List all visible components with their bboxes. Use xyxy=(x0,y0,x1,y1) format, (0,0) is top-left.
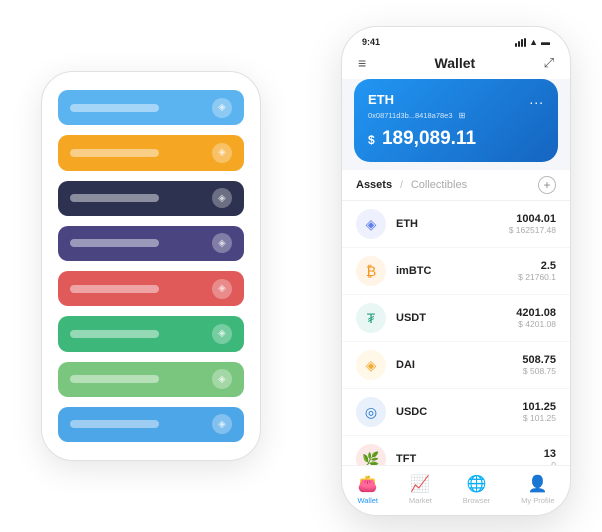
expand-icon[interactable]: ⤢ xyxy=(544,55,554,71)
asset-amount: 508.75 xyxy=(522,354,556,366)
asset-name-usdc: USDC xyxy=(396,406,522,418)
signal-icon xyxy=(515,38,526,47)
card-line xyxy=(70,285,159,293)
card-line xyxy=(70,149,159,157)
eth-card-options[interactable]: ... xyxy=(529,91,544,107)
asset-name-tft: TFT xyxy=(396,453,544,465)
nav-label-3: My Profile xyxy=(521,496,554,505)
eth-card-title: ETH xyxy=(368,92,394,107)
asset-values-dai: 508.75 $ 508.75 xyxy=(522,354,556,376)
nav-item-wallet[interactable]: 👛 Wallet xyxy=(357,474,378,505)
asset-amount: 101.25 xyxy=(522,401,556,413)
card-icon: ◈ xyxy=(212,324,232,344)
phone-header: ≡ Wallet ⤢ xyxy=(342,51,570,79)
asset-values-tft: 13 0 xyxy=(544,448,556,465)
card-icon: ◈ xyxy=(212,233,232,253)
asset-amount: 1004.01 xyxy=(509,213,556,225)
color-card-dark-navy[interactable]: ◈ xyxy=(58,181,244,216)
asset-usd: $ 101.25 xyxy=(522,413,556,423)
page-title: Wallet xyxy=(435,55,476,71)
asset-name-dai: DAI xyxy=(396,359,522,371)
time-display: 9:41 xyxy=(362,37,380,47)
color-card-red[interactable]: ◈ xyxy=(58,271,244,306)
asset-icon-dai: ◈ xyxy=(356,350,386,380)
asset-item-usdt[interactable]: ₮ USDT 4201.08 $ 4201.08 xyxy=(342,295,570,342)
color-card-blue[interactable]: ◈ xyxy=(58,407,244,442)
assets-header: Assets / Collectibles + xyxy=(342,170,570,201)
card-line xyxy=(70,239,159,247)
asset-amount: 2.5 xyxy=(518,260,556,272)
card-line xyxy=(70,104,159,112)
color-card-green[interactable]: ◈ xyxy=(58,316,244,351)
status-icons: ▲ ▬ xyxy=(515,37,550,47)
color-card-orange[interactable]: ◈ xyxy=(58,135,244,170)
nav-label-2: Browser xyxy=(463,496,491,505)
nav-item-browser[interactable]: 🌐 Browser xyxy=(463,474,491,505)
nav-icon-0: 👛 xyxy=(358,474,378,494)
nav-icon-2: 🌐 xyxy=(467,474,487,494)
wifi-icon: ▲ xyxy=(529,37,538,47)
nav-icon-1: 📈 xyxy=(410,474,430,494)
color-card-purple[interactable]: ◈ xyxy=(58,226,244,261)
asset-item-usdc[interactable]: ◎ USDC 101.25 $ 101.25 xyxy=(342,389,570,436)
asset-name-usdt: USDT xyxy=(396,312,516,324)
tab-assets[interactable]: Assets xyxy=(356,179,392,191)
asset-values-imbtc: 2.5 $ 21760.1 xyxy=(518,260,556,282)
asset-list: ◈ ETH 1004.01 $ 162517.48 ₿ imBTC 2.5 $ … xyxy=(342,201,570,465)
assets-tabs: Assets / Collectibles xyxy=(356,179,467,191)
nav-label-0: Wallet xyxy=(357,496,378,505)
card-icon: ◈ xyxy=(212,143,232,163)
nav-item-my-profile[interactable]: 👤 My Profile xyxy=(521,474,554,505)
phone-back: ◈ ◈ ◈ ◈ ◈ ◈ ◈ ◈ xyxy=(41,71,261,461)
asset-item-eth[interactable]: ◈ ETH 1004.01 $ 162517.48 xyxy=(342,201,570,248)
add-asset-button[interactable]: + xyxy=(538,176,556,194)
asset-values-usdc: 101.25 $ 101.25 xyxy=(522,401,556,423)
asset-values-usdt: 4201.08 $ 4201.08 xyxy=(516,307,556,329)
card-icon: ◈ xyxy=(212,279,232,299)
eth-card-balance: $ 189,089.11 xyxy=(368,128,544,150)
card-line xyxy=(70,330,159,338)
asset-icon-usdc: ◎ xyxy=(356,397,386,427)
asset-values-eth: 1004.01 $ 162517.48 xyxy=(509,213,556,235)
card-icon: ◈ xyxy=(212,369,232,389)
eth-card-header: ETH ... xyxy=(368,91,544,107)
nav-item-market[interactable]: 📈 Market xyxy=(409,474,432,505)
menu-icon[interactable]: ≡ xyxy=(358,55,366,71)
asset-icon-tft: 🌿 xyxy=(356,444,386,465)
asset-amount: 13 xyxy=(544,448,556,460)
scene: ◈ ◈ ◈ ◈ ◈ ◈ ◈ ◈ 9:41 xyxy=(11,11,591,521)
card-icon: ◈ xyxy=(212,188,232,208)
bottom-nav: 👛 Wallet 📈 Market 🌐 Browser 👤 My Profile xyxy=(342,465,570,515)
asset-icon-usdt: ₮ xyxy=(356,303,386,333)
nav-label-1: Market xyxy=(409,496,432,505)
card-line xyxy=(70,194,159,202)
asset-icon-eth: ◈ xyxy=(356,209,386,239)
asset-name-imbtc: imBTC xyxy=(396,265,518,277)
nav-icon-3: 👤 xyxy=(528,474,548,494)
asset-item-imbtc[interactable]: ₿ imBTC 2.5 $ 21760.1 xyxy=(342,248,570,295)
asset-icon-imbtc: ₿ xyxy=(356,256,386,286)
color-card-blue-light[interactable]: ◈ xyxy=(58,90,244,125)
status-bar: 9:41 ▲ ▬ xyxy=(342,27,570,51)
tab-divider: / xyxy=(400,180,403,191)
asset-amount: 4201.08 xyxy=(516,307,556,319)
card-line xyxy=(70,375,159,383)
color-card-green-light[interactable]: ◈ xyxy=(58,362,244,397)
card-icon: ◈ xyxy=(212,414,232,434)
asset-usd: $ 508.75 xyxy=(522,366,556,376)
eth-card-address: 0x08711d3b...8418a78e3 ⊞ xyxy=(368,111,544,120)
battery-icon: ▬ xyxy=(541,37,550,47)
asset-usd: $ 21760.1 xyxy=(518,272,556,282)
asset-name-eth: ETH xyxy=(396,218,509,230)
asset-usd: $ 162517.48 xyxy=(509,225,556,235)
eth-card[interactable]: ETH ... 0x08711d3b...8418a78e3 ⊞ $ 189,0… xyxy=(354,79,558,162)
asset-item-tft[interactable]: 🌿 TFT 13 0 xyxy=(342,436,570,465)
card-line xyxy=(70,420,159,428)
card-icon: ◈ xyxy=(212,98,232,118)
asset-item-dai[interactable]: ◈ DAI 508.75 $ 508.75 xyxy=(342,342,570,389)
asset-usd: $ 4201.08 xyxy=(516,319,556,329)
phone-front: 9:41 ▲ ▬ ≡ Wallet ⤢ ETH ... xyxy=(341,26,571,516)
tab-collectibles[interactable]: Collectibles xyxy=(411,179,467,191)
